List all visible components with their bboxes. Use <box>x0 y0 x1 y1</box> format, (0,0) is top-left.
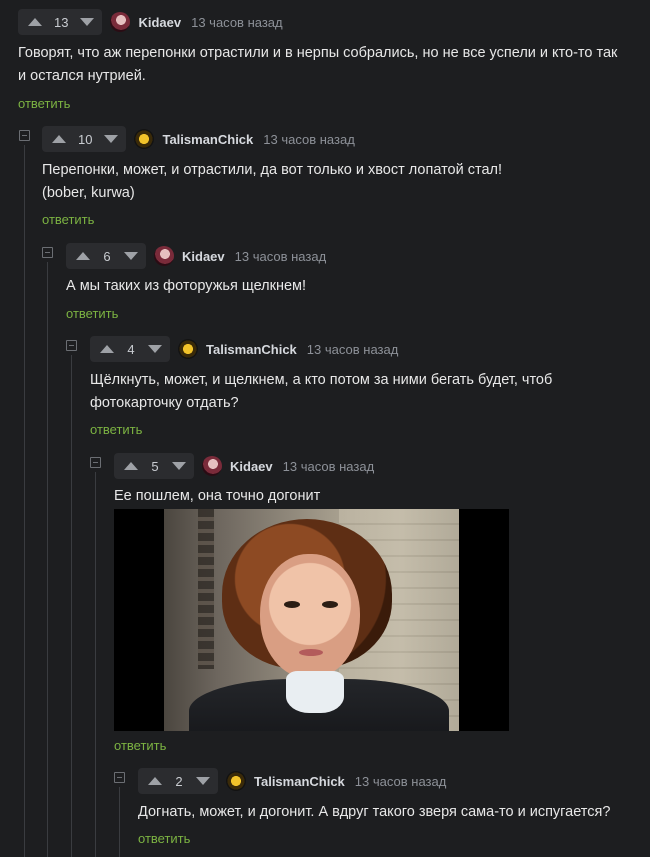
comment-header: 10 TalismanChick 13 часов назад <box>42 126 355 152</box>
comment-header: 2 TalismanChick 13 часов назад <box>138 768 446 794</box>
vote-box: 6 <box>66 243 146 269</box>
avatar[interactable] <box>134 129 155 149</box>
vote-box: 4 <box>90 336 170 362</box>
comment-header: 5 Kidaev 13 часов назад <box>114 453 374 479</box>
collapse-thread-icon[interactable] <box>90 457 101 468</box>
comment-text: А мы таких из фоторужья щелкнем! <box>66 278 307 294</box>
comment-image[interactable] <box>114 509 509 731</box>
author-name[interactable]: Kidaev <box>182 249 225 264</box>
collapse-thread-icon[interactable] <box>19 130 30 141</box>
author-name[interactable]: Kidaev <box>230 459 273 474</box>
upvote-icon[interactable] <box>100 345 114 353</box>
avatar[interactable] <box>226 771 246 791</box>
author-name[interactable]: Kidaev <box>138 15 181 30</box>
upvote-icon[interactable] <box>124 462 138 470</box>
avatar[interactable] <box>154 246 174 266</box>
thread-line <box>47 262 48 857</box>
reply-link[interactable]: ответить <box>138 831 190 846</box>
face <box>260 554 360 679</box>
author-name[interactable]: TalismanChick <box>162 132 253 147</box>
white-collar <box>286 671 344 713</box>
timestamp[interactable]: 13 часов назад <box>355 774 447 789</box>
thread-line <box>119 787 120 857</box>
downvote-icon[interactable] <box>80 18 95 26</box>
upvote-icon[interactable] <box>28 18 42 26</box>
thread-line <box>95 472 96 857</box>
vote-box: 10 <box>42 126 127 152</box>
timestamp[interactable]: 13 часов назад <box>263 132 355 147</box>
comment-text: Ее пошлем, она точно догонит <box>114 488 321 504</box>
comment-text: Перепонки, может, и отрастили, да вот то… <box>42 159 632 205</box>
score: 4 <box>127 341 135 357</box>
reply-link[interactable]: ответить <box>66 306 118 321</box>
downvote-icon[interactable] <box>196 777 210 785</box>
score: 13 <box>54 14 69 30</box>
thread-line <box>24 145 25 857</box>
upvote-icon[interactable] <box>148 777 162 785</box>
collapse-thread-icon[interactable] <box>66 340 77 351</box>
downvote-icon[interactable] <box>148 345 162 353</box>
upvote-icon[interactable] <box>52 135 66 143</box>
chain <box>198 509 214 669</box>
comment-text: Догнать, может, и догонит. А вдруг таког… <box>138 804 611 820</box>
reply-link[interactable]: ответить <box>42 212 94 227</box>
avatar[interactable] <box>202 456 222 476</box>
lips <box>299 649 323 656</box>
vote-box: 13 <box>18 9 103 35</box>
timestamp[interactable]: 13 часов назад <box>191 15 283 30</box>
vote-box: 2 <box>138 768 218 794</box>
comment-text: Щёлкнуть, может, и щелкнем, а кто потом … <box>90 372 553 411</box>
score: 6 <box>103 248 111 264</box>
reply-link[interactable]: ответить <box>114 738 166 753</box>
comment-text-line: Перепонки, может, и отрастили, да вот то… <box>42 162 503 178</box>
comment-text-line: (bober, kurwa) <box>42 185 135 201</box>
score: 2 <box>175 773 183 789</box>
reply-link[interactable]: ответить <box>18 96 70 111</box>
avatar[interactable] <box>178 339 198 359</box>
comment-text: Говорят, что аж перепонки отрастили и в … <box>18 45 618 84</box>
comment-header: 13 Kidaev 13 часов назад <box>18 9 283 35</box>
upvote-icon[interactable] <box>76 252 90 260</box>
collapse-thread-icon[interactable] <box>114 772 125 783</box>
score: 10 <box>78 131 93 147</box>
timestamp[interactable]: 13 часов назад <box>307 342 399 357</box>
author-name[interactable]: TalismanChick <box>254 774 345 789</box>
left-eye <box>284 601 300 608</box>
collapse-thread-icon[interactable] <box>42 247 53 258</box>
author-name[interactable]: TalismanChick <box>206 342 297 357</box>
woman-portrait-image <box>164 509 459 731</box>
score: 5 <box>151 458 159 474</box>
thread-line <box>71 355 72 857</box>
timestamp[interactable]: 13 часов назад <box>283 459 375 474</box>
reply-link[interactable]: ответить <box>90 422 142 437</box>
vote-box: 5 <box>114 453 194 479</box>
downvote-icon[interactable] <box>104 135 119 143</box>
comment-header: 6 Kidaev 13 часов назад <box>66 243 326 269</box>
comment-header: 4 TalismanChick 13 часов назад <box>90 336 398 362</box>
right-eye <box>322 601 338 608</box>
timestamp[interactable]: 13 часов назад <box>235 249 327 264</box>
downvote-icon[interactable] <box>124 252 138 260</box>
downvote-icon[interactable] <box>172 462 186 470</box>
avatar[interactable] <box>110 12 131 32</box>
